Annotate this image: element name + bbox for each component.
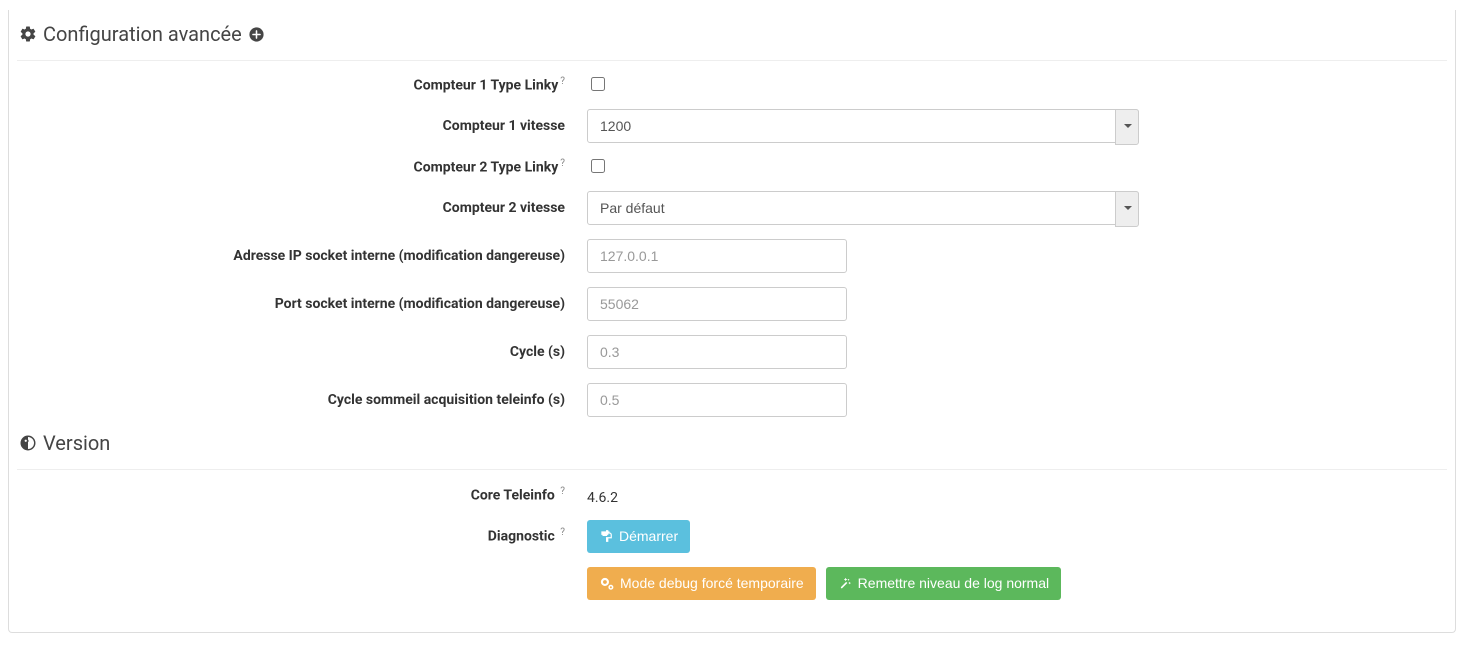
- compteur2-linky-label: Compteur 2 Type Linky: [414, 160, 559, 176]
- help-icon[interactable]: ?: [560, 76, 565, 87]
- cycle-sommeil-input[interactable]: [587, 383, 847, 417]
- compteur1-linky-checkbox[interactable]: [591, 77, 605, 91]
- core-teleinfo-label: Core Teleinfo: [471, 487, 555, 503]
- cycle-label: Cycle (s): [510, 344, 565, 360]
- debug-button[interactable]: Mode debug forcé temporaire: [587, 567, 816, 600]
- port-input[interactable]: [587, 287, 847, 321]
- magic-icon: [838, 576, 852, 590]
- paint-icon: [599, 529, 613, 543]
- start-button[interactable]: Démarrer: [587, 520, 690, 553]
- debug-button-label: Mode debug forcé temporaire: [620, 575, 804, 591]
- start-button-label: Démarrer: [619, 528, 678, 544]
- compteur1-vitesse-select[interactable]: 1200Par défaut: [587, 109, 1139, 143]
- diagnostic-label: Diagnostic: [488, 529, 555, 545]
- cogs-icon: [599, 576, 614, 591]
- core-teleinfo-value: 4.6.2: [587, 484, 618, 506]
- plus-circle-icon[interactable]: [248, 26, 265, 43]
- section-header-version: Version: [19, 431, 1447, 455]
- normal-log-button-label: Remettre niveau de log normal: [858, 575, 1049, 591]
- ip-label: Adresse IP socket interne (modification …: [233, 248, 565, 264]
- compteur2-vitesse-select[interactable]: 1200Par défaut: [587, 191, 1139, 225]
- section-header-config: Configuration avancée: [19, 22, 1447, 46]
- ip-input[interactable]: [587, 239, 847, 273]
- compteur1-linky-label: Compteur 1 Type Linky: [414, 78, 559, 94]
- section-title-config: Configuration avancée: [43, 22, 242, 46]
- normal-log-button[interactable]: Remettre niveau de log normal: [826, 567, 1061, 600]
- help-icon[interactable]: ?: [560, 158, 565, 169]
- section-title-version: Version: [43, 431, 110, 455]
- gear-icon: [19, 25, 37, 43]
- compteur2-linky-checkbox[interactable]: [591, 159, 605, 173]
- port-label: Port socket interne (modification danger…: [275, 296, 565, 312]
- version-icon: [19, 434, 37, 452]
- help-icon[interactable]: ?: [560, 527, 565, 538]
- cycle-input[interactable]: [587, 335, 847, 369]
- compteur2-vitesse-label: Compteur 2 vitesse: [443, 200, 565, 216]
- help-icon[interactable]: ?: [560, 486, 565, 497]
- cycle-sommeil-label: Cycle sommeil acquisition teleinfo (s): [328, 392, 565, 408]
- compteur1-vitesse-label: Compteur 1 vitesse: [443, 118, 565, 134]
